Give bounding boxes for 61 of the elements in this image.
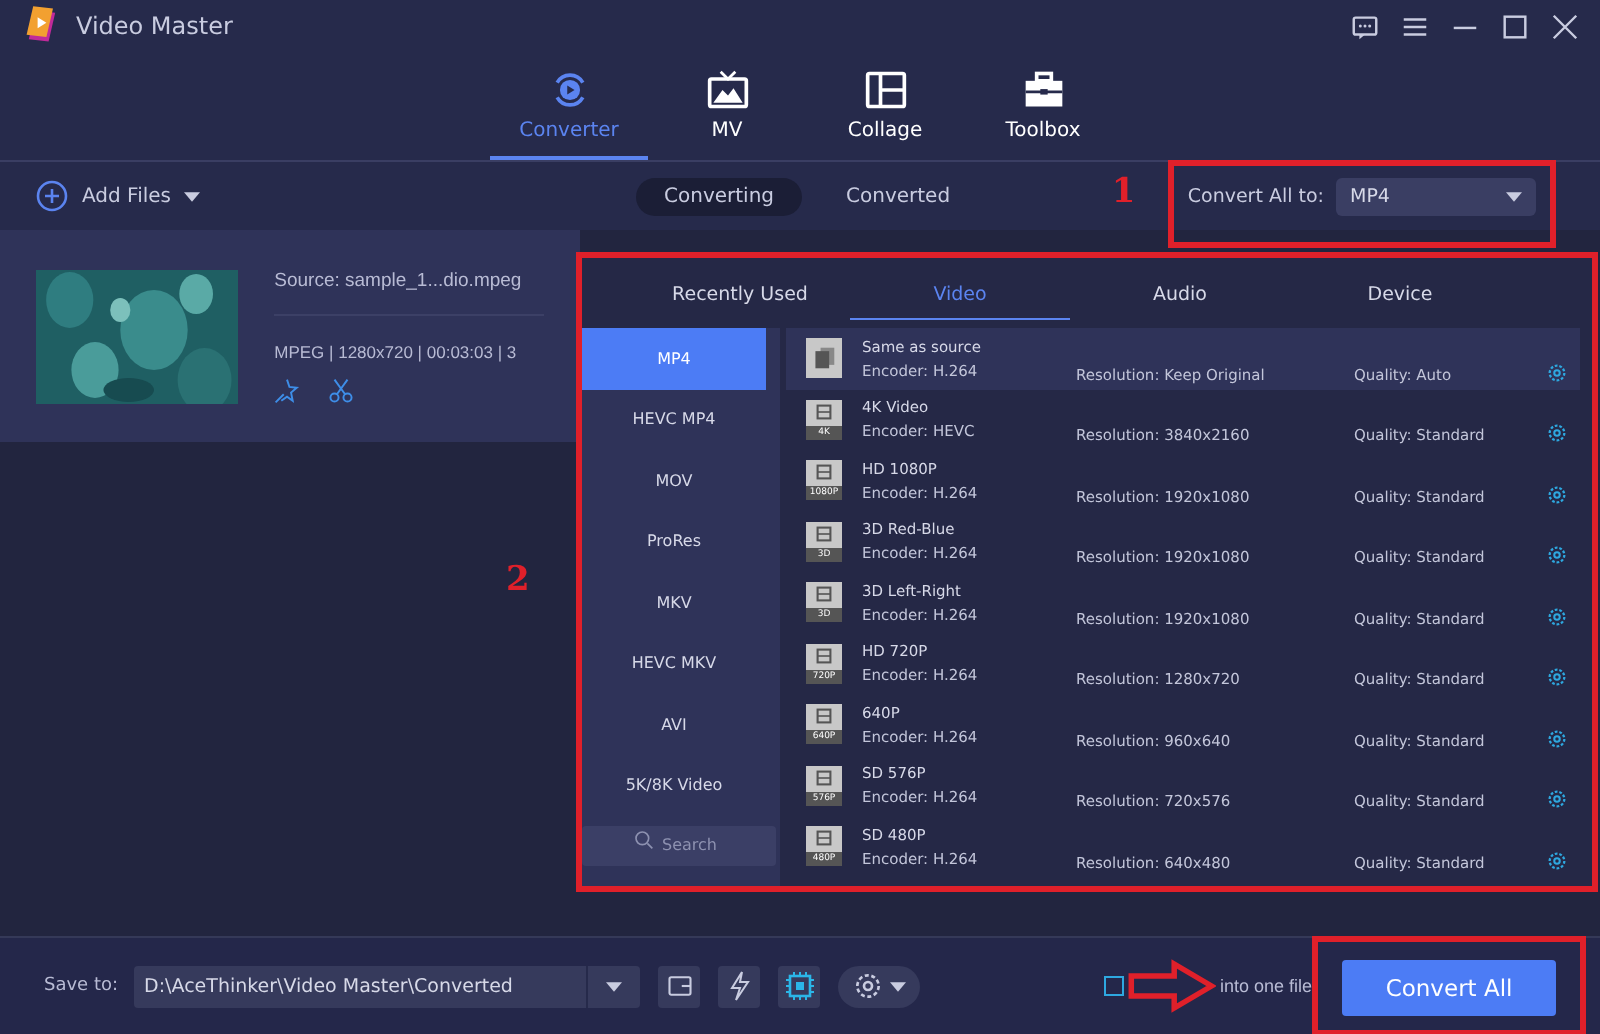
nav-tab[interactable]: Toolbox: [964, 52, 1122, 160]
settings-icon[interactable]: [1546, 666, 1568, 688]
media-info: MPEG | 1280x720 | 00:03:03 | 3: [274, 341, 519, 361]
add-files-button[interactable]: Add Files: [82, 185, 171, 207]
format-item[interactable]: HEVC MKV: [582, 633, 766, 694]
search-field[interactable]: Search: [582, 825, 776, 865]
format-item[interactable]: HEVC MP4: [582, 389, 766, 450]
format-item[interactable]: AVI: [582, 694, 766, 755]
convert-all-label: Convert All to:: [1187, 185, 1324, 207]
format-dropdown[interactable]: MP4: [1336, 177, 1536, 215]
chip-icon: [783, 970, 816, 1002]
status-tab[interactable]: Converting: [636, 177, 803, 215]
scissors-icon[interactable]: [328, 377, 355, 403]
merge-label: into one file: [1220, 976, 1313, 996]
caret-icon: [606, 981, 623, 991]
annotation-arrow: [1128, 956, 1217, 1016]
annotation-number: 1: [1111, 171, 1136, 211]
format-item[interactable]: MKV: [582, 572, 766, 633]
add-icon[interactable]: [36, 180, 68, 212]
merge-checkbox[interactable]: [1104, 976, 1125, 996]
settings-icon: [852, 970, 885, 1002]
settings-icon[interactable]: [1546, 788, 1568, 810]
settings-icon[interactable]: [1546, 849, 1568, 871]
settings-button[interactable]: [838, 965, 921, 1007]
save-to-label: Save to:: [44, 976, 119, 996]
copy-icon: [806, 338, 842, 379]
hardware-acceleration-button[interactable]: [778, 965, 821, 1007]
format-item[interactable]: MOV: [582, 450, 766, 511]
close-icon[interactable]: [1550, 11, 1580, 41]
convert-all-button[interactable]: Convert All: [1342, 960, 1557, 1016]
format-tab[interactable]: Device: [1290, 270, 1510, 320]
format-item[interactable]: ProRes: [582, 511, 766, 572]
format-tab[interactable]: Audio: [1070, 270, 1290, 320]
search-icon: [634, 830, 654, 850]
settings-icon[interactable]: [1546, 727, 1568, 749]
folder-button[interactable]: [658, 965, 701, 1007]
maximize-icon[interactable]: [1500, 11, 1530, 41]
source-filename: Source: sample_1...dio.mpeg: [274, 269, 524, 291]
status-tab[interactable]: Converted: [818, 177, 979, 215]
feedback-icon[interactable]: [1350, 11, 1380, 41]
save-path-field[interactable]: D:\AceThinker\Video Master\Converted: [134, 965, 641, 1007]
format-item[interactable]: MP4: [582, 328, 766, 389]
window-title: Video Master: [76, 12, 233, 40]
caret-icon[interactable]: [184, 191, 201, 201]
tv-icon: [705, 67, 749, 111]
format-tab[interactable]: Recently Used: [630, 270, 850, 320]
caret-icon: [890, 981, 907, 991]
settings-icon[interactable]: [1546, 422, 1568, 444]
nav-tab[interactable]: MV: [648, 52, 806, 160]
settings-icon[interactable]: [1546, 483, 1568, 505]
toolbox-icon: [1021, 67, 1065, 111]
settings-icon[interactable]: [1546, 605, 1568, 627]
settings-icon[interactable]: [1546, 361, 1568, 383]
speed-off-button[interactable]: [718, 965, 761, 1007]
format-item[interactable]: 5K/8K Video: [582, 755, 766, 816]
annotation-number: 2: [506, 560, 530, 600]
nav-tab[interactable]: Collage: [806, 52, 964, 160]
collage-icon: [863, 67, 907, 111]
settings-icon[interactable]: [1546, 544, 1568, 566]
caret-icon: [1506, 191, 1522, 201]
format-tab[interactable]: Video: [850, 270, 1070, 320]
